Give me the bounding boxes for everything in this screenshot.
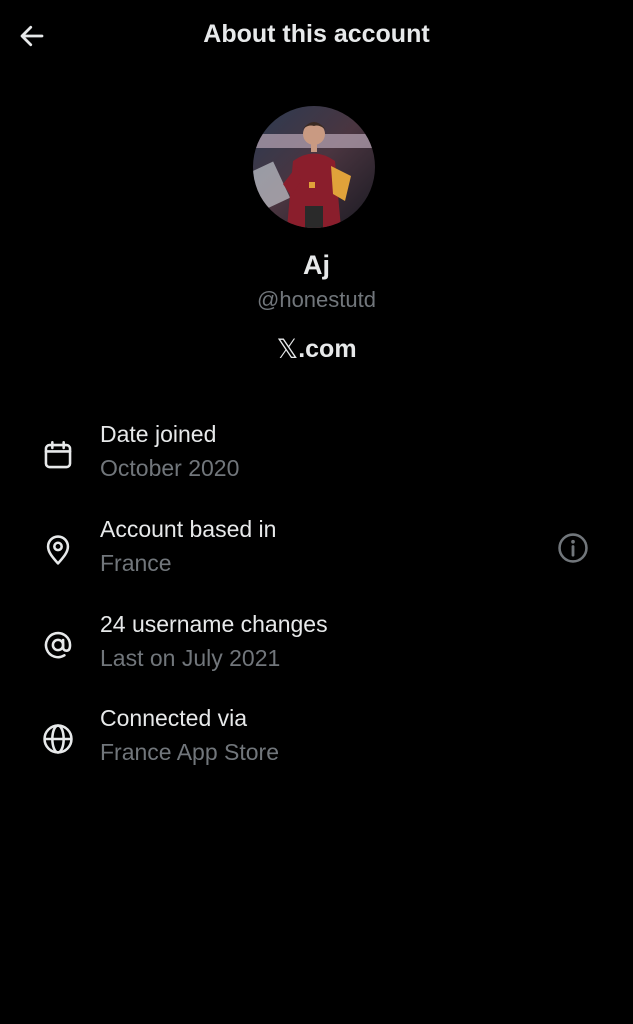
connected-via-label: Connected via: [100, 705, 248, 731]
display-name: Aj: [303, 250, 330, 280]
username-changes-row: 24 username changes Last on July 2021: [0, 611, 633, 681]
avatar-image: [253, 106, 375, 228]
connected-via-value: France App Store: [100, 739, 279, 765]
page-title: About this account: [203, 20, 430, 48]
account-based-in-row: Account based in France: [0, 516, 633, 586]
site-label: 𝕏 .com: [0, 334, 633, 365]
top-bar: About this account: [0, 0, 633, 72]
info-circle-icon[interactable]: [555, 530, 591, 566]
date-joined-label: Date joined: [100, 421, 217, 447]
globe-icon: [38, 719, 78, 759]
account-based-in-value: France: [100, 550, 172, 576]
account-based-in-label: Account based in: [100, 516, 277, 542]
username-changes-value: Last on July 2021: [100, 645, 281, 671]
x-logo-icon: 𝕏: [276, 334, 299, 365]
date-joined-value: October 2020: [100, 455, 240, 481]
connected-via-row: Connected via France App Store: [0, 705, 633, 775]
username-changes-label: 24 username changes: [100, 611, 328, 637]
location-pin-icon: [38, 530, 78, 570]
date-joined-row: Date joined October 2020: [0, 421, 633, 491]
site-suffix: .com: [298, 335, 357, 363]
at-sign-icon: [38, 625, 78, 665]
avatar[interactable]: [253, 106, 375, 228]
username-handle: @honestutd: [257, 287, 376, 312]
calendar-icon: [38, 435, 78, 475]
